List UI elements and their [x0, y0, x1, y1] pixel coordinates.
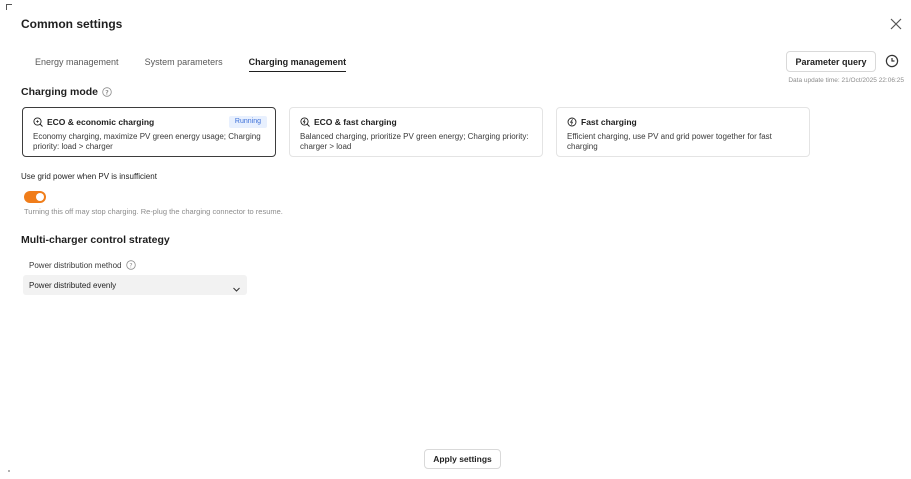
select-value: Power distributed evenly [29, 280, 117, 290]
parameter-query-button[interactable]: Parameter query [786, 51, 876, 72]
tab-energy-management[interactable]: Energy management [21, 56, 132, 74]
dialog-title: Common settings [21, 17, 123, 31]
multi-charger-title: Multi-charger control strategy [21, 234, 170, 246]
mode-description: Efficient charging, use PV and grid powe… [567, 132, 772, 151]
tab-bar: Energy management System parameters Char… [21, 56, 359, 76]
mode-title: ECO & fast charging [314, 117, 397, 127]
grid-power-toggle[interactable] [24, 191, 46, 203]
fast-charge-icon [567, 117, 577, 127]
svg-text:?: ? [129, 262, 132, 269]
apply-settings-button[interactable]: Apply settings [424, 449, 501, 469]
running-badge: Running [228, 116, 267, 128]
power-distribution-select[interactable]: Power distributed evenly [23, 275, 247, 295]
grid-power-hint: Turning this off may stop charging. Re-p… [24, 207, 283, 216]
window-corner-mark [6, 4, 12, 10]
mode-description: Balanced charging, prioritize PV green e… [300, 132, 529, 151]
mode-title: Fast charging [581, 117, 637, 127]
mode-card-eco-economic[interactable]: ECO & economic charging Running Economy … [22, 107, 276, 157]
mode-title: ECO & economic charging [47, 117, 155, 127]
mode-card-fast[interactable]: Fast charging Efficient charging, use PV… [556, 107, 810, 157]
eco-fast-icon [300, 117, 310, 127]
close-icon[interactable] [889, 17, 903, 31]
data-update-time: Data update time: 21/Oct/2025 22:06:25 [788, 77, 904, 84]
tab-system-parameters[interactable]: System parameters [132, 56, 236, 74]
eco-plug-icon [33, 117, 43, 127]
help-icon[interactable]: ? [125, 260, 136, 270]
chevron-down-icon [232, 281, 241, 292]
mode-card-eco-fast[interactable]: ECO & fast charging Balanced charging, p… [289, 107, 543, 157]
charging-mode-heading: Charging mode ? [21, 86, 112, 98]
mode-description: Economy charging, maximize PV green ener… [33, 132, 261, 151]
charging-mode-title: Charging mode [21, 86, 99, 98]
power-distribution-label-row: Power distribution method ? [29, 260, 136, 270]
history-clock-icon[interactable] [885, 54, 899, 68]
grid-power-label: Use grid power when PV is insufficient [21, 172, 157, 181]
decorative-dot [8, 470, 10, 472]
svg-text:?: ? [105, 89, 109, 96]
toggle-knob [36, 193, 44, 201]
help-icon[interactable]: ? [102, 87, 112, 97]
power-distribution-label: Power distribution method [29, 260, 122, 270]
tab-charging-management[interactable]: Charging management [236, 56, 360, 74]
